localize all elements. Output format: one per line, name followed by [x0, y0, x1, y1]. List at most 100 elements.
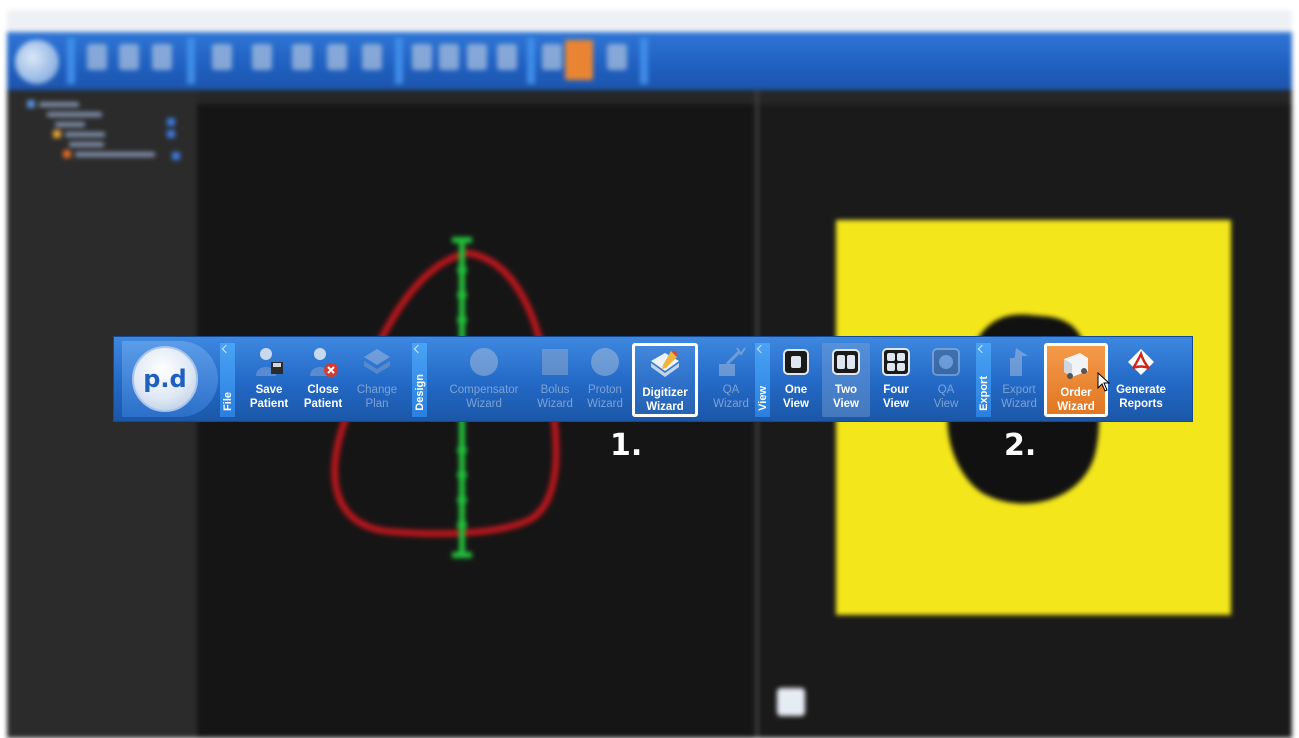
background-ribbon-separator	[187, 38, 195, 84]
proton-label-1: Proton	[588, 384, 622, 396]
digitizer-icon	[648, 348, 682, 382]
main-ribbon-toolbar: p.d File Save Patient Close Patient Change…	[113, 336, 1193, 422]
background-ribbon-button[interactable]	[252, 44, 272, 70]
view-options-button[interactable]	[777, 688, 805, 716]
tree-checkbox-icon[interactable]	[172, 152, 180, 160]
group-collapse-icon	[221, 344, 231, 354]
tree-item[interactable]	[75, 152, 155, 157]
proton-icon	[588, 345, 622, 379]
tree-field-icon	[63, 150, 71, 158]
one-view-label-2: View	[783, 398, 809, 410]
compensator-icon	[467, 345, 501, 379]
export-label-1: Export	[1002, 384, 1036, 396]
qa-view-label-2: View	[933, 398, 959, 410]
reports-label-2: Reports	[1119, 398, 1163, 410]
background-ribbon-button[interactable]	[212, 44, 232, 70]
close-label-2: Patient	[303, 398, 343, 410]
tree-checkbox-icon[interactable]	[167, 130, 175, 138]
change-label-2: Plan	[365, 398, 389, 410]
qa-view-button[interactable]: QA View	[922, 343, 970, 417]
group-tab-export[interactable]: Export	[976, 343, 991, 417]
digitizer-wizard-button[interactable]: Digitizer Wizard	[632, 343, 698, 417]
background-ribbon-button[interactable]	[607, 44, 627, 70]
pd-logo: p.d	[132, 346, 198, 412]
reports-label-1: Generate	[1116, 384, 1166, 396]
save-patient-button[interactable]: Save Patient	[238, 343, 300, 417]
background-ribbon-button[interactable]	[439, 44, 459, 70]
one-view-label-1: One	[784, 384, 808, 396]
tree-item[interactable]	[69, 142, 104, 147]
one-view-button[interactable]: One View	[772, 343, 820, 417]
tree-folder-icon	[27, 100, 35, 108]
compensator-label-2: Wizard	[466, 398, 502, 410]
background-order-button[interactable]	[565, 40, 593, 80]
two-view-button[interactable]: Two View	[822, 343, 870, 417]
right-view-header	[759, 90, 1292, 104]
group-collapse-icon	[756, 344, 766, 354]
proton-wizard-button[interactable]: Proton Wizard	[574, 343, 636, 417]
background-ribbon-button[interactable]	[87, 44, 107, 70]
close-patient-button[interactable]: Close Patient	[292, 343, 354, 417]
change-label-1: Change	[356, 384, 398, 396]
save-label-1: Save	[255, 384, 283, 396]
export-wizard-icon	[1002, 345, 1036, 379]
compensator-wizard-button[interactable]: Compensator Wizard	[444, 343, 524, 417]
background-ribbon-separator	[67, 38, 75, 84]
tree-item[interactable]	[65, 132, 105, 137]
tree-item[interactable]	[55, 122, 85, 127]
export-label-2: Wizard	[1001, 398, 1037, 410]
qa-view-label-1: QA	[937, 384, 955, 396]
order-truck-icon	[1059, 348, 1093, 382]
background-ribbon-button[interactable]	[542, 44, 562, 70]
bolus-label-2: Wizard	[537, 398, 573, 410]
group-collapse-icon	[977, 344, 987, 354]
tree-checkbox-icon[interactable]	[167, 118, 175, 126]
group-tab-file[interactable]: File	[220, 343, 235, 417]
generate-reports-button[interactable]: Generate Reports	[1108, 343, 1174, 417]
background-ribbon-button[interactable]	[119, 44, 139, 70]
qa-wizard-button[interactable]: QA Wizard	[700, 343, 762, 417]
save-label-2: Patient	[249, 398, 289, 410]
change-plan-button[interactable]: Change Plan	[346, 343, 408, 417]
qa-wizard-label-2: Wizard	[713, 398, 749, 410]
proton-label-2: Wizard	[587, 398, 623, 410]
order-label-1: Order	[1060, 387, 1092, 399]
four-view-button[interactable]: Four View	[872, 343, 920, 417]
save-patient-icon	[252, 345, 286, 379]
group-collapse-icon	[413, 344, 423, 354]
change-plan-icon	[360, 345, 394, 379]
qa-wizard-label-1: QA	[722, 384, 740, 396]
group-label-file: File	[221, 392, 234, 411]
background-ribbon-button[interactable]	[152, 44, 172, 70]
background-ribbon-separator	[395, 38, 403, 84]
background-ribbon-button[interactable]	[497, 44, 517, 70]
qa-view-icon	[929, 345, 963, 379]
tree-item[interactable]	[39, 102, 79, 107]
four-view-icon	[879, 345, 913, 379]
two-view-icon	[829, 345, 863, 379]
digitizer-label-2: Wizard	[646, 401, 684, 413]
background-ribbon-button[interactable]	[412, 44, 432, 70]
export-wizard-button[interactable]: Export Wizard	[994, 343, 1044, 417]
background-ribbon-button[interactable]	[292, 44, 312, 70]
two-view-label-1: Two	[834, 384, 858, 396]
bolus-label-1: Bolus	[540, 384, 570, 396]
background-ribbon-button[interactable]	[467, 44, 487, 70]
tree-item[interactable]	[47, 112, 102, 117]
background-ribbon-button[interactable]	[362, 44, 382, 70]
background-ribbon-separator	[640, 38, 648, 84]
background-ribbon-separator	[527, 38, 535, 84]
app-menu-button[interactable]: p.d	[122, 341, 218, 417]
group-tab-view[interactable]: View	[755, 343, 770, 417]
background-ribbon-button[interactable]	[327, 44, 347, 70]
group-tab-design[interactable]: Design	[412, 343, 427, 417]
step-1-label: 1.	[610, 428, 643, 463]
four-view-label-1: Four	[883, 384, 909, 396]
bolus-icon	[538, 345, 572, 379]
compensator-label-1: Compensator	[449, 384, 519, 396]
tree-plan-icon	[53, 130, 61, 138]
background-ribbon	[7, 32, 1292, 90]
four-view-label-2: View	[883, 398, 909, 410]
one-view-icon	[779, 345, 813, 379]
two-view-label-2: View	[833, 398, 859, 410]
